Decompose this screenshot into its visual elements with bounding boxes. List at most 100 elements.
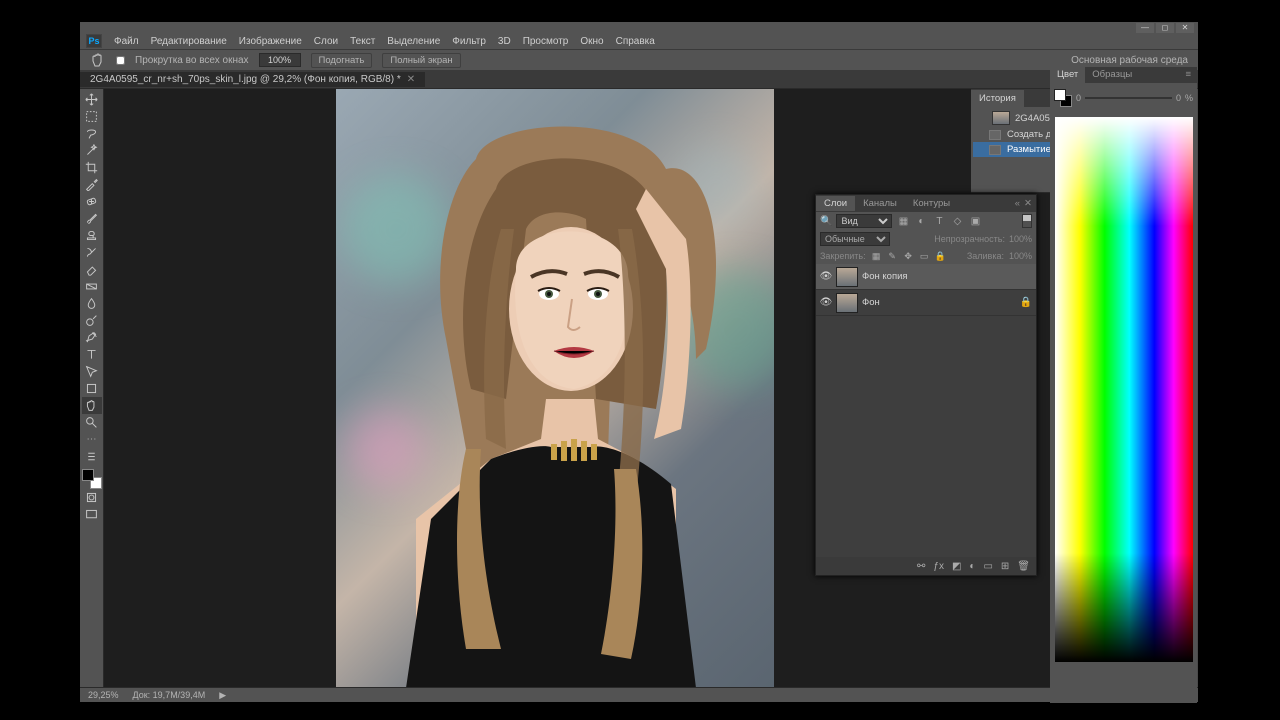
menu-3d[interactable]: 3D: [498, 36, 511, 47]
path-tool[interactable]: [82, 363, 102, 380]
menu-view[interactable]: Просмотр: [523, 36, 569, 47]
brush-tool[interactable]: [82, 210, 102, 227]
eyedropper-tool[interactable]: [82, 176, 102, 193]
filter-text-icon[interactable]: T: [932, 214, 946, 228]
close-button[interactable]: ✕: [1176, 23, 1194, 33]
group-icon[interactable]: ▭: [983, 561, 992, 572]
menu-layer[interactable]: Слои: [314, 36, 338, 47]
history-brush-tool[interactable]: [82, 244, 102, 261]
filter-type-select[interactable]: Вид: [836, 214, 892, 228]
lock-pixels-icon[interactable]: ▦: [871, 251, 882, 262]
filter-shape-icon[interactable]: ◇: [950, 214, 964, 228]
eraser-tool[interactable]: [82, 261, 102, 278]
adjustment-icon[interactable]: ◐: [969, 561, 975, 572]
gradient-tool[interactable]: [82, 278, 102, 295]
panel-collapse-icon[interactable]: «: [1015, 198, 1020, 209]
document-tab[interactable]: 2G4A0595_cr_nr+sh_70ps_skin_l.jpg @ 29,2…: [80, 72, 425, 87]
lasso-tool[interactable]: [82, 125, 102, 142]
color-swatches-mini[interactable]: [1054, 89, 1072, 107]
filter-smart-icon[interactable]: ▣: [968, 214, 982, 228]
mask-icon[interactable]: ◩: [952, 561, 961, 572]
filter-pixel-icon[interactable]: ▦: [896, 214, 910, 228]
hand-tool[interactable]: [82, 397, 102, 414]
stamp-tool[interactable]: [82, 227, 102, 244]
text-tool[interactable]: [82, 346, 102, 363]
color-swatches[interactable]: [82, 469, 102, 489]
fx-icon[interactable]: ƒx: [933, 561, 944, 572]
menu-image[interactable]: Изображение: [239, 36, 302, 47]
paths-tab[interactable]: Контуры: [905, 196, 958, 211]
lock-all-icon[interactable]: 🔒: [935, 251, 946, 262]
document-canvas[interactable]: [336, 89, 774, 687]
menu-file[interactable]: Файл: [114, 36, 139, 47]
layer-row-0[interactable]: 👁 Фон копия: [816, 264, 1036, 290]
hue-slider[interactable]: [1085, 93, 1172, 103]
wand-tool[interactable]: [82, 142, 102, 159]
workspace-label[interactable]: Основная рабочая среда: [1071, 55, 1188, 66]
collapse-icon[interactable]: [82, 448, 102, 465]
move-tool[interactable]: [82, 91, 102, 108]
filter-toggle[interactable]: [1022, 214, 1032, 228]
tab-close-icon[interactable]: ✕: [407, 74, 415, 85]
visibility-toggle-icon[interactable]: 👁: [820, 297, 832, 309]
lock-brush-icon[interactable]: ✎: [887, 251, 898, 262]
photoshop-window: — ◻ ✕ Ps Файл Редактирование Изображение…: [80, 22, 1198, 702]
maximize-button[interactable]: ◻: [1156, 23, 1174, 33]
layer-filter-bar: 🔍 Вид ▦ ◐ T ◇ ▣: [816, 212, 1036, 230]
status-arrow-icon[interactable]: ▶: [219, 690, 226, 701]
menubar: Ps Файл Редактирование Изображение Слои …: [80, 33, 1198, 49]
toolbox: ⋯: [80, 89, 104, 687]
color-spectrum[interactable]: [1055, 117, 1193, 662]
layer-thumb-icon: [836, 267, 858, 287]
panel-menu-icon[interactable]: ≡: [1179, 67, 1197, 83]
layer-thumb-icon: [836, 293, 858, 313]
minimize-button[interactable]: —: [1136, 23, 1154, 33]
color-tab[interactable]: Цвет: [1050, 67, 1085, 83]
new-layer-icon[interactable]: ⊞: [1001, 561, 1009, 572]
blend-mode-select[interactable]: Обычные: [820, 232, 890, 246]
healing-tool[interactable]: [82, 193, 102, 210]
fill-value[interactable]: 100%: [1009, 251, 1032, 261]
menu-select[interactable]: Выделение: [387, 36, 440, 47]
lock-artboard-icon[interactable]: ▭: [919, 251, 930, 262]
layer-row-1[interactable]: 👁 Фон 🔒: [816, 290, 1036, 316]
fit-button[interactable]: Подогнать: [311, 53, 373, 68]
opacity-value[interactable]: 100%: [1009, 234, 1032, 244]
lock-label: Закрепить:: [820, 251, 866, 261]
status-zoom[interactable]: 29,25%: [88, 690, 119, 700]
history-tab[interactable]: История: [971, 90, 1024, 107]
lock-position-icon[interactable]: ✥: [903, 251, 914, 262]
link-icon[interactable]: ⚯: [917, 561, 925, 572]
layer-name[interactable]: Фон копия: [862, 271, 908, 282]
zoom-tool[interactable]: [82, 414, 102, 431]
trash-icon[interactable]: 🗑: [1017, 561, 1030, 572]
panel-close-icon[interactable]: ✕: [1024, 198, 1032, 209]
blur-tool[interactable]: [82, 295, 102, 312]
menu-help[interactable]: Справка: [616, 36, 655, 47]
dodge-tool[interactable]: [82, 312, 102, 329]
quickmask-tool[interactable]: [82, 489, 102, 506]
pen-tool[interactable]: [82, 329, 102, 346]
fg-swatch[interactable]: [82, 469, 94, 481]
marquee-tool[interactable]: [82, 108, 102, 125]
more-tools-icon[interactable]: ⋯: [82, 431, 102, 448]
filter-adjust-icon[interactable]: ◐: [914, 214, 928, 228]
menu-edit[interactable]: Редактирование: [151, 36, 227, 47]
menu-filter[interactable]: Фильтр: [452, 36, 486, 47]
visibility-toggle-icon[interactable]: 👁: [820, 271, 832, 283]
menu-window[interactable]: Окно: [580, 36, 603, 47]
layer-name[interactable]: Фон: [862, 297, 880, 308]
status-docinfo[interactable]: Док: 19,7M/39,4M: [133, 690, 206, 700]
crop-tool[interactable]: [82, 159, 102, 176]
screenmode-tool[interactable]: [82, 506, 102, 523]
layers-panel: Слои Каналы Контуры « ✕ 🔍 Вид ▦ ◐ T ◇ ▣ …: [815, 194, 1037, 576]
shape-tool[interactable]: [82, 380, 102, 397]
fullscreen-button[interactable]: Полный экран: [382, 53, 460, 68]
swatches-tab[interactable]: Образцы: [1085, 67, 1139, 83]
layers-tab[interactable]: Слои: [816, 196, 855, 211]
zoom-input[interactable]: [259, 53, 301, 67]
scroll-all-checkbox[interactable]: [116, 56, 125, 65]
menu-text[interactable]: Текст: [350, 36, 375, 47]
document-tab-title: 2G4A0595_cr_nr+sh_70ps_skin_l.jpg @ 29,2…: [90, 74, 401, 85]
channels-tab[interactable]: Каналы: [855, 196, 905, 211]
